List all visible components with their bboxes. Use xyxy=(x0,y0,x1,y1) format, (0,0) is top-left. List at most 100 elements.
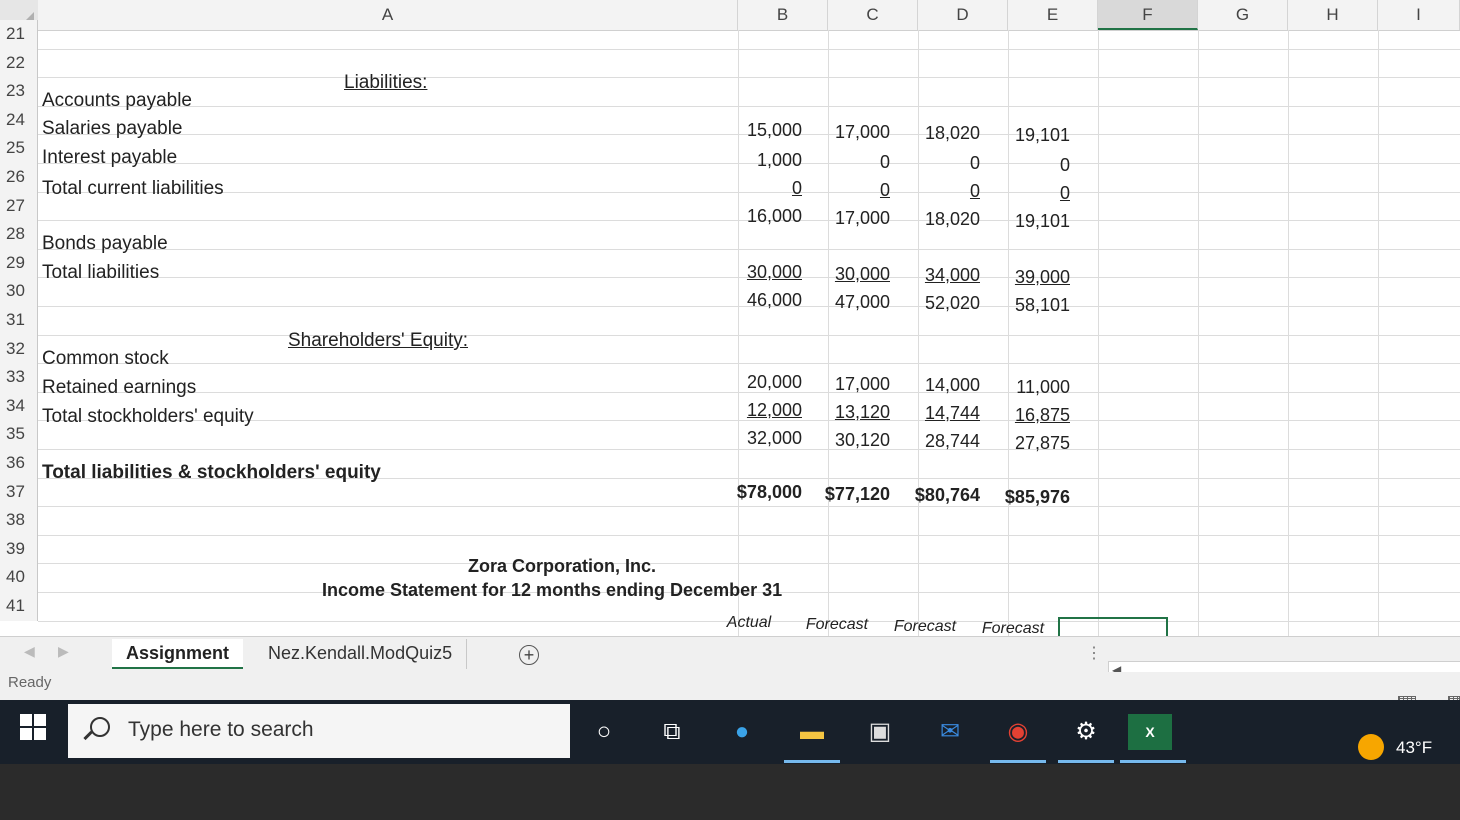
label-bonds-payable[interactable]: Bonds payable xyxy=(42,233,168,255)
row-header[interactable]: 21 xyxy=(0,20,38,49)
spreadsheet-grid[interactable]: A B C D E F G H I 21 22 23 24 25 26 27 28 29 30 31… xyxy=(0,0,1460,640)
row-header[interactable]: 35 xyxy=(0,420,38,449)
value-cell[interactable]: 1,000 xyxy=(712,150,802,171)
value-cell[interactable]: 39,000 xyxy=(980,267,1070,288)
value-cell[interactable]: 16,000 xyxy=(712,206,802,227)
chrome-icon[interactable]: ◉ xyxy=(998,714,1038,750)
value-cell[interactable]: $80,764 xyxy=(890,485,980,506)
label-total-current-liabilities[interactable]: Total current liabilities xyxy=(42,178,224,200)
value-cell[interactable]: 19,101 xyxy=(980,125,1070,146)
row-header[interactable]: 39 xyxy=(0,534,38,564)
tab-assignment[interactable]: Assignment xyxy=(112,639,244,669)
cortana-icon[interactable]: ○ xyxy=(584,714,624,750)
value-cell[interactable]: 18,020 xyxy=(890,123,980,144)
row-header[interactable]: 32 xyxy=(0,334,38,364)
row-header[interactable]: 26 xyxy=(0,163,38,192)
value-cell[interactable]: 0 xyxy=(712,178,802,199)
column-header-f[interactable]: F xyxy=(1098,0,1198,30)
task-view-icon[interactable]: ⧉ xyxy=(652,714,692,750)
value-cell[interactable]: 13,120 xyxy=(800,402,890,423)
row-header[interactable]: 33 xyxy=(0,363,38,392)
more-options-icon[interactable]: ⋮ xyxy=(1086,643,1102,663)
row-header[interactable]: 30 xyxy=(0,277,38,306)
value-cell[interactable]: $85,976 xyxy=(980,487,1070,508)
header-forecast-2[interactable]: Forecast xyxy=(882,618,968,636)
label-total-liabilities[interactable]: Total liabilities xyxy=(42,262,159,284)
settings-gear-icon[interactable]: ⚙ xyxy=(1066,714,1106,750)
header-actual[interactable]: Actual xyxy=(706,614,792,632)
tab-nez-kendall-modquiz5[interactable]: Nez.Kendall.ModQuiz5 xyxy=(254,639,468,669)
value-cell[interactable]: 12,000 xyxy=(712,400,802,421)
value-cell[interactable]: 14,000 xyxy=(890,375,980,396)
row-header[interactable]: 36 xyxy=(0,449,38,478)
value-cell[interactable]: 32,000 xyxy=(712,428,802,449)
value-cell[interactable]: 30,120 xyxy=(800,430,890,451)
value-cell[interactable]: 34,000 xyxy=(890,265,980,286)
row-header[interactable]: 25 xyxy=(0,134,38,163)
value-cell[interactable]: 0 xyxy=(890,181,980,202)
row-header[interactable]: 27 xyxy=(0,191,38,221)
edge-browser-icon[interactable]: ● xyxy=(722,714,762,750)
row-header[interactable]: 29 xyxy=(0,248,38,278)
mail-icon[interactable]: ✉ xyxy=(930,714,970,750)
row-header[interactable]: 38 xyxy=(0,506,38,535)
row-header[interactable]: 22 xyxy=(0,48,38,78)
column-header-b[interactable]: B xyxy=(738,0,828,30)
value-cell[interactable]: 30,000 xyxy=(800,264,890,285)
row-header[interactable]: 31 xyxy=(0,306,38,335)
value-cell[interactable]: 0 xyxy=(980,155,1070,176)
value-cell[interactable]: 0 xyxy=(980,183,1070,204)
label-total-stockholders-equity[interactable]: Total stockholders' equity xyxy=(42,406,254,428)
label-accounts-payable[interactable]: Accounts payable xyxy=(42,90,192,112)
value-cell[interactable]: 27,875 xyxy=(980,433,1070,454)
file-explorer-icon[interactable]: ▬ xyxy=(792,714,832,750)
header-forecast-1[interactable]: Forecast xyxy=(794,616,880,634)
label-salaries-payable[interactable]: Salaries payable xyxy=(42,118,182,140)
value-cell[interactable]: 16,875 xyxy=(980,405,1070,426)
column-header-g[interactable]: G xyxy=(1198,0,1288,30)
value-cell[interactable]: $78,000 xyxy=(712,482,802,503)
row-header[interactable]: 34 xyxy=(0,391,38,421)
value-cell[interactable]: 52,020 xyxy=(890,293,980,314)
value-cell[interactable]: 0 xyxy=(800,180,890,201)
value-cell[interactable]: 46,000 xyxy=(712,290,802,311)
add-sheet-icon[interactable]: + xyxy=(519,645,539,665)
row-header[interactable]: 24 xyxy=(0,105,38,135)
label-total-liabilities-and-equity[interactable]: Total liabilities & stockholders' equity xyxy=(42,462,381,484)
row-header[interactable]: 41 xyxy=(0,592,38,621)
temperature-text[interactable]: 43°F xyxy=(1396,738,1432,758)
value-cell[interactable]: 15,000 xyxy=(712,120,802,141)
row-header[interactable]: 28 xyxy=(0,220,38,249)
value-cell[interactable]: 14,744 xyxy=(890,403,980,424)
value-cell[interactable]: 19,101 xyxy=(980,211,1070,232)
tab-scroll-left-icon[interactable]: ◀ xyxy=(24,643,35,660)
value-cell[interactable]: 47,000 xyxy=(800,292,890,313)
taskbar-search-box[interactable]: Type here to search xyxy=(68,704,570,758)
column-header-i[interactable]: I xyxy=(1378,0,1460,30)
value-cell[interactable]: 18,020 xyxy=(890,209,980,230)
value-cell[interactable]: 0 xyxy=(890,153,980,174)
column-header-e[interactable]: E xyxy=(1008,0,1098,30)
column-header-a[interactable]: A xyxy=(38,0,738,30)
column-header-c[interactable]: C xyxy=(828,0,918,30)
company-name[interactable]: Zora Corporation, Inc. xyxy=(468,556,656,577)
column-header-d[interactable]: D xyxy=(918,0,1008,30)
value-cell[interactable]: 17,000 xyxy=(800,374,890,395)
windows-start-icon[interactable] xyxy=(20,714,46,740)
microsoft-store-icon[interactable]: ▣ xyxy=(860,714,900,750)
row-header[interactable]: 40 xyxy=(0,563,38,592)
income-statement-title[interactable]: Income Statement for 12 months ending De… xyxy=(322,580,782,601)
value-cell[interactable]: 58,101 xyxy=(980,295,1070,316)
tab-scroll-right-icon[interactable]: ▶ xyxy=(58,643,69,660)
excel-icon[interactable]: X xyxy=(1128,714,1172,750)
weather-icon[interactable] xyxy=(1358,734,1384,760)
value-cell[interactable]: 17,000 xyxy=(800,122,890,143)
value-cell[interactable]: 28,744 xyxy=(890,431,980,452)
value-cell[interactable]: 17,000 xyxy=(800,208,890,229)
label-common-stock[interactable]: Common stock xyxy=(42,348,169,370)
column-header-h[interactable]: H xyxy=(1288,0,1378,30)
value-cell[interactable]: 20,000 xyxy=(712,372,802,393)
value-cell[interactable]: $77,120 xyxy=(800,484,890,505)
label-retained-earnings[interactable]: Retained earnings xyxy=(42,377,196,399)
value-cell[interactable]: 30,000 xyxy=(712,262,802,283)
